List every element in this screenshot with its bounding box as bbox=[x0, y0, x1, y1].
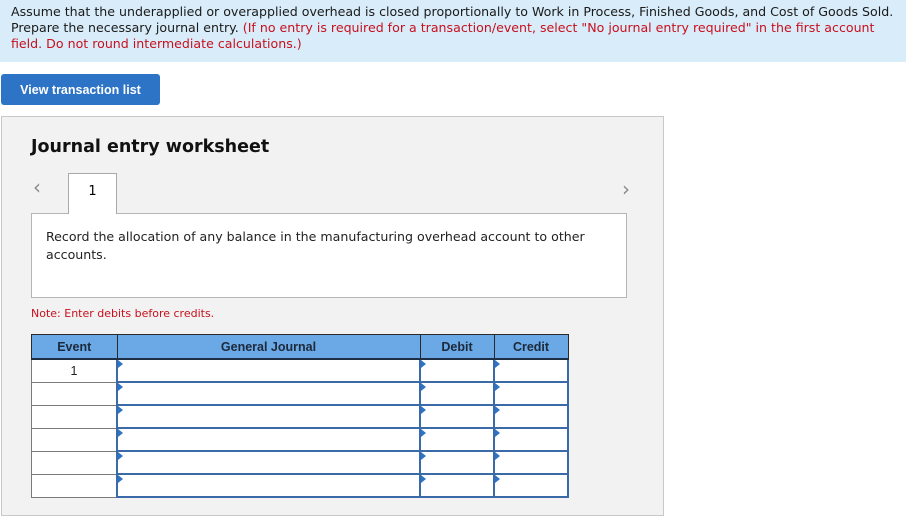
credit-input[interactable] bbox=[493, 381, 569, 406]
credit-input[interactable] bbox=[493, 404, 569, 429]
instructions-banner: Assume that the underapplied or overappl… bbox=[0, 0, 906, 62]
credit-input[interactable] bbox=[493, 450, 569, 475]
event-cell bbox=[31, 473, 118, 498]
event-cell bbox=[31, 450, 118, 475]
credit-input[interactable] bbox=[493, 427, 569, 452]
debit-input[interactable] bbox=[419, 381, 495, 406]
tab-1[interactable]: 1 bbox=[68, 173, 117, 214]
event-cell bbox=[31, 404, 118, 429]
table-row: 1 bbox=[31, 358, 569, 383]
worksheet-title: Journal entry worksheet bbox=[31, 137, 270, 157]
account-input[interactable] bbox=[116, 450, 421, 475]
credit-input[interactable] bbox=[493, 473, 569, 498]
event-cell bbox=[31, 427, 118, 452]
account-input[interactable] bbox=[116, 381, 421, 406]
table-row bbox=[31, 473, 569, 498]
debit-input[interactable] bbox=[419, 473, 495, 498]
header-credit: Credit bbox=[493, 334, 569, 360]
chevron-left-icon[interactable]: ‹ bbox=[33, 175, 41, 199]
table-row bbox=[31, 381, 569, 406]
entry-description: Record the allocation of any balance in … bbox=[31, 213, 627, 298]
table-row bbox=[31, 450, 569, 475]
table-row bbox=[31, 404, 569, 429]
table-header-row: Event General Journal Debit Credit bbox=[31, 334, 569, 360]
header-event: Event bbox=[31, 334, 118, 360]
debits-before-credits-note: Note: Enter debits before credits. bbox=[31, 307, 215, 320]
event-cell bbox=[31, 381, 118, 406]
chevron-right-icon[interactable]: › bbox=[622, 177, 630, 201]
journal-entry-worksheet-panel: Journal entry worksheet ‹ 1 › Record the… bbox=[1, 116, 664, 516]
header-debit: Debit bbox=[419, 334, 495, 360]
credit-input[interactable] bbox=[493, 358, 569, 383]
journal-table: Event General Journal Debit Credit 1 bbox=[31, 334, 569, 498]
debit-input[interactable] bbox=[419, 358, 495, 383]
debit-input[interactable] bbox=[419, 450, 495, 475]
header-general-journal: General Journal bbox=[116, 334, 421, 360]
account-input[interactable] bbox=[116, 427, 421, 452]
table-row bbox=[31, 427, 569, 452]
account-input[interactable] bbox=[116, 358, 421, 383]
account-input[interactable] bbox=[116, 404, 421, 429]
debit-input[interactable] bbox=[419, 404, 495, 429]
view-transaction-list-button[interactable]: View transaction list bbox=[1, 74, 160, 105]
account-input[interactable] bbox=[116, 473, 421, 498]
debit-input[interactable] bbox=[419, 427, 495, 452]
event-cell: 1 bbox=[31, 358, 118, 383]
